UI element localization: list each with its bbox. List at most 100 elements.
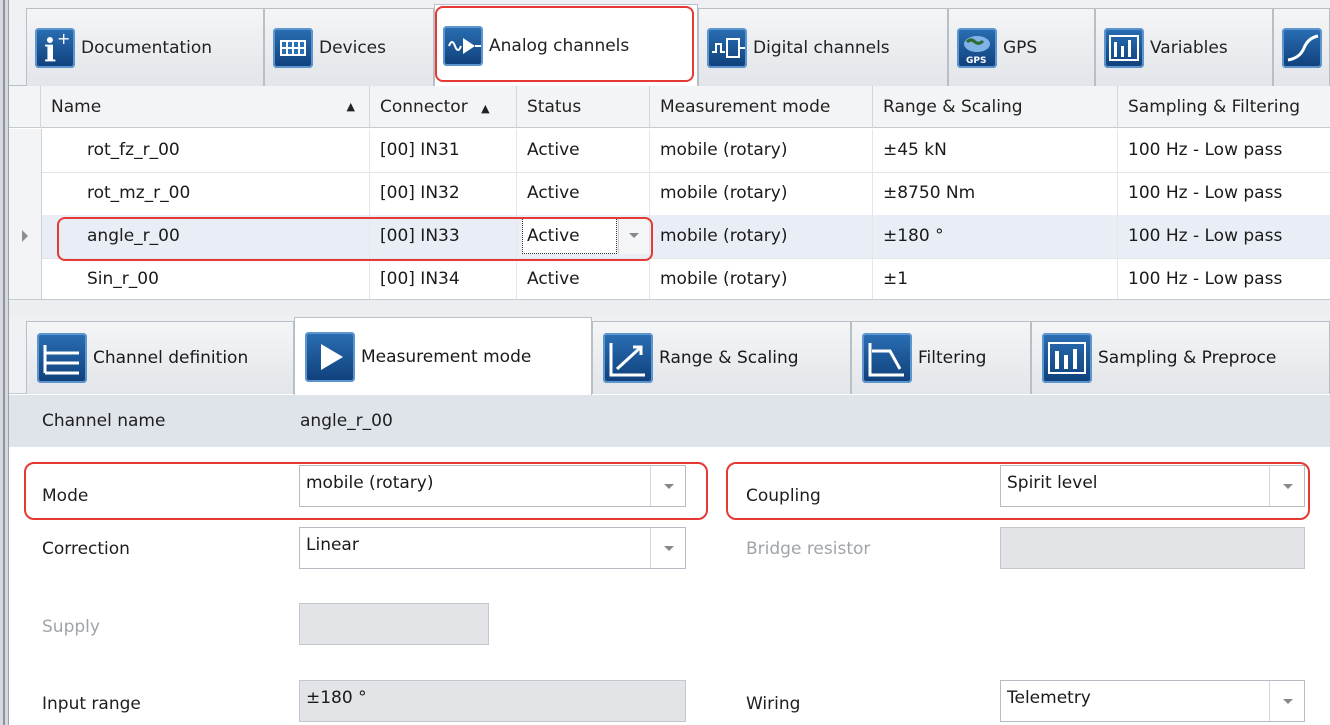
tab-devices[interactable]: Devices xyxy=(264,8,434,86)
bridge-resistor-label: Bridge resistor xyxy=(746,539,871,559)
table-row[interactable]: Sin_r_00 [00] IN34 Active mobile (rotary… xyxy=(9,258,1330,302)
svg-text:+: + xyxy=(57,29,70,48)
cell-range-scaling[interactable]: ±1 xyxy=(873,258,1118,301)
channel-name-bar: Channel name angle_r_00 xyxy=(9,395,1330,447)
current-row-indicator-icon xyxy=(22,230,28,242)
cell-name[interactable]: angle_r_00 xyxy=(41,215,370,258)
digital-signal-icon xyxy=(707,27,747,68)
tab-range-scaling[interactable]: Range & Scaling xyxy=(592,321,851,394)
tab-measurement-mode[interactable]: Measurement mode xyxy=(294,317,592,395)
cell-connector[interactable]: [00] IN33 xyxy=(370,215,517,258)
status-dropdown[interactable]: Active xyxy=(522,218,617,254)
cell-sampling-filtering[interactable]: 100 Hz - Low pass xyxy=(1118,172,1330,215)
tab-label: Analog channels xyxy=(489,36,630,56)
mode-label: Mode xyxy=(42,486,89,506)
cell-name[interactable]: rot_mz_r_00 xyxy=(41,172,370,215)
cell-status-editor[interactable]: Active xyxy=(517,215,650,258)
cell-measurement-mode[interactable]: mobile (rotary) xyxy=(650,172,873,215)
tab-label: Channel definition xyxy=(93,348,249,368)
wiring-value: Telemetry xyxy=(1007,688,1091,708)
column-header-connector[interactable]: Connector ▲ xyxy=(370,86,517,128)
cell-connector[interactable]: [00] IN31 xyxy=(370,129,517,172)
column-header-status[interactable]: Status xyxy=(517,86,650,128)
channel-name-label: Channel name xyxy=(42,411,166,431)
tab-gps[interactable]: GPS GPS xyxy=(948,8,1095,86)
tab-filtering[interactable]: Filtering xyxy=(851,321,1031,394)
row-header[interactable] xyxy=(9,215,42,258)
info-icon: i + xyxy=(35,27,75,68)
row-header[interactable] xyxy=(9,172,42,215)
tab-channel-definition[interactable]: Channel definition xyxy=(26,321,294,394)
column-header-name[interactable]: Name ▲ xyxy=(41,86,370,128)
column-header-measurement-mode[interactable]: Measurement mode xyxy=(650,86,873,128)
cell-sampling-filtering[interactable]: 100 Hz - Low pass xyxy=(1118,258,1330,301)
cell-status[interactable]: Active xyxy=(517,172,650,215)
channel-name-value: angle_r_00 xyxy=(300,411,393,431)
tab-label: Devices xyxy=(319,37,386,58)
tab-variables[interactable]: Variables xyxy=(1095,8,1273,86)
tab-sampling-preprocessing[interactable]: Sampling & Preproce xyxy=(1031,321,1330,394)
tab-label: Digital channels xyxy=(753,37,890,58)
mode-value: mobile (rotary) xyxy=(306,473,434,493)
column-header-sampling-filtering[interactable]: Sampling & Filtering xyxy=(1118,86,1330,128)
mode-dropdown[interactable]: mobile (rotary) xyxy=(299,465,686,507)
row-header[interactable] xyxy=(9,129,42,172)
column-header-range-scaling[interactable]: Range & Scaling xyxy=(873,86,1118,128)
cell-status[interactable]: Active xyxy=(517,258,650,301)
chevron-down-icon[interactable] xyxy=(1269,681,1304,721)
table-row-selected[interactable]: angle_r_00 [00] IN33 Active mobile (rota… xyxy=(9,215,1330,259)
cell-connector[interactable]: [00] IN32 xyxy=(370,172,517,215)
cell-sampling-filtering[interactable]: 100 Hz - Low pass xyxy=(1118,215,1330,258)
supply-field xyxy=(299,603,489,645)
bridge-resistor-field xyxy=(1000,527,1305,569)
cell-range-scaling[interactable]: ±8750 Nm xyxy=(873,172,1118,215)
coupling-dropdown[interactable]: Spirit level xyxy=(1000,465,1305,507)
channel-definition-icon xyxy=(37,333,87,383)
tab-digital-channels[interactable]: Digital channels xyxy=(698,8,948,86)
row-header[interactable] xyxy=(9,258,42,301)
row-header-corner xyxy=(9,86,41,128)
cell-measurement-mode[interactable]: mobile (rotary) xyxy=(650,215,873,258)
column-name-label: Name xyxy=(51,97,102,117)
correction-value: Linear xyxy=(306,535,359,555)
cell-sampling-filtering[interactable]: 100 Hz - Low pass xyxy=(1118,129,1330,172)
tab-overflow[interactable] xyxy=(1273,8,1330,86)
tab-documentation[interactable]: i + Documentation xyxy=(26,8,264,86)
supply-label: Supply xyxy=(42,617,100,637)
tab-label: Range & Scaling xyxy=(659,348,799,368)
cell-range-scaling[interactable]: ±180 ° xyxy=(873,215,1118,258)
table-row[interactable]: rot_mz_r_00 [00] IN32 Active mobile (rot… xyxy=(9,172,1330,216)
top-tab-strip: i + Documentation Devices Analog channels… xyxy=(9,0,1330,87)
tab-analog-channels[interactable]: Analog channels xyxy=(434,4,698,87)
cell-status[interactable]: Active xyxy=(517,129,650,172)
range-scaling-icon xyxy=(603,333,653,383)
status-dropdown-button[interactable] xyxy=(618,218,649,254)
cell-name[interactable]: Sin_r_00 xyxy=(41,258,370,301)
cell-name[interactable]: rot_fz_r_00 xyxy=(41,129,370,172)
column-status-label: Status xyxy=(527,97,582,117)
device-grid-icon xyxy=(273,27,313,68)
chevron-down-icon[interactable] xyxy=(1269,466,1304,506)
cell-measurement-mode[interactable]: mobile (rotary) xyxy=(650,258,873,301)
column-connector-label: Connector xyxy=(380,97,468,117)
chevron-down-icon[interactable] xyxy=(650,528,685,568)
analog-signal-icon xyxy=(443,26,483,66)
coupling-value: Spirit level xyxy=(1007,473,1098,493)
chevron-down-icon[interactable] xyxy=(650,466,685,506)
detail-tab-strip: Channel definition Measurement mode Rang… xyxy=(9,317,1330,395)
tab-label: Variables xyxy=(1150,37,1228,58)
input-range-value: ±180 ° xyxy=(306,688,367,708)
cell-range-scaling[interactable]: ±45 kN xyxy=(873,129,1118,172)
tab-label: Documentation xyxy=(81,37,213,58)
cell-measurement-mode[interactable]: mobile (rotary) xyxy=(650,129,873,172)
chevron-down-icon xyxy=(629,233,639,238)
wiring-dropdown[interactable]: Telemetry xyxy=(1000,680,1305,722)
channel-grid-header: Name ▲ Connector ▲ Status Measurement mo… xyxy=(9,86,1330,128)
tab-label: Filtering xyxy=(918,348,987,368)
cell-connector[interactable]: [00] IN34 xyxy=(370,258,517,301)
splitter[interactable] xyxy=(9,299,1330,317)
tab-label: Measurement mode xyxy=(361,346,532,367)
correction-dropdown[interactable]: Linear xyxy=(299,527,686,569)
table-row[interactable]: rot_fz_r_00 [00] IN31 Active mobile (rot… xyxy=(9,129,1330,173)
svg-text:i: i xyxy=(44,31,56,68)
